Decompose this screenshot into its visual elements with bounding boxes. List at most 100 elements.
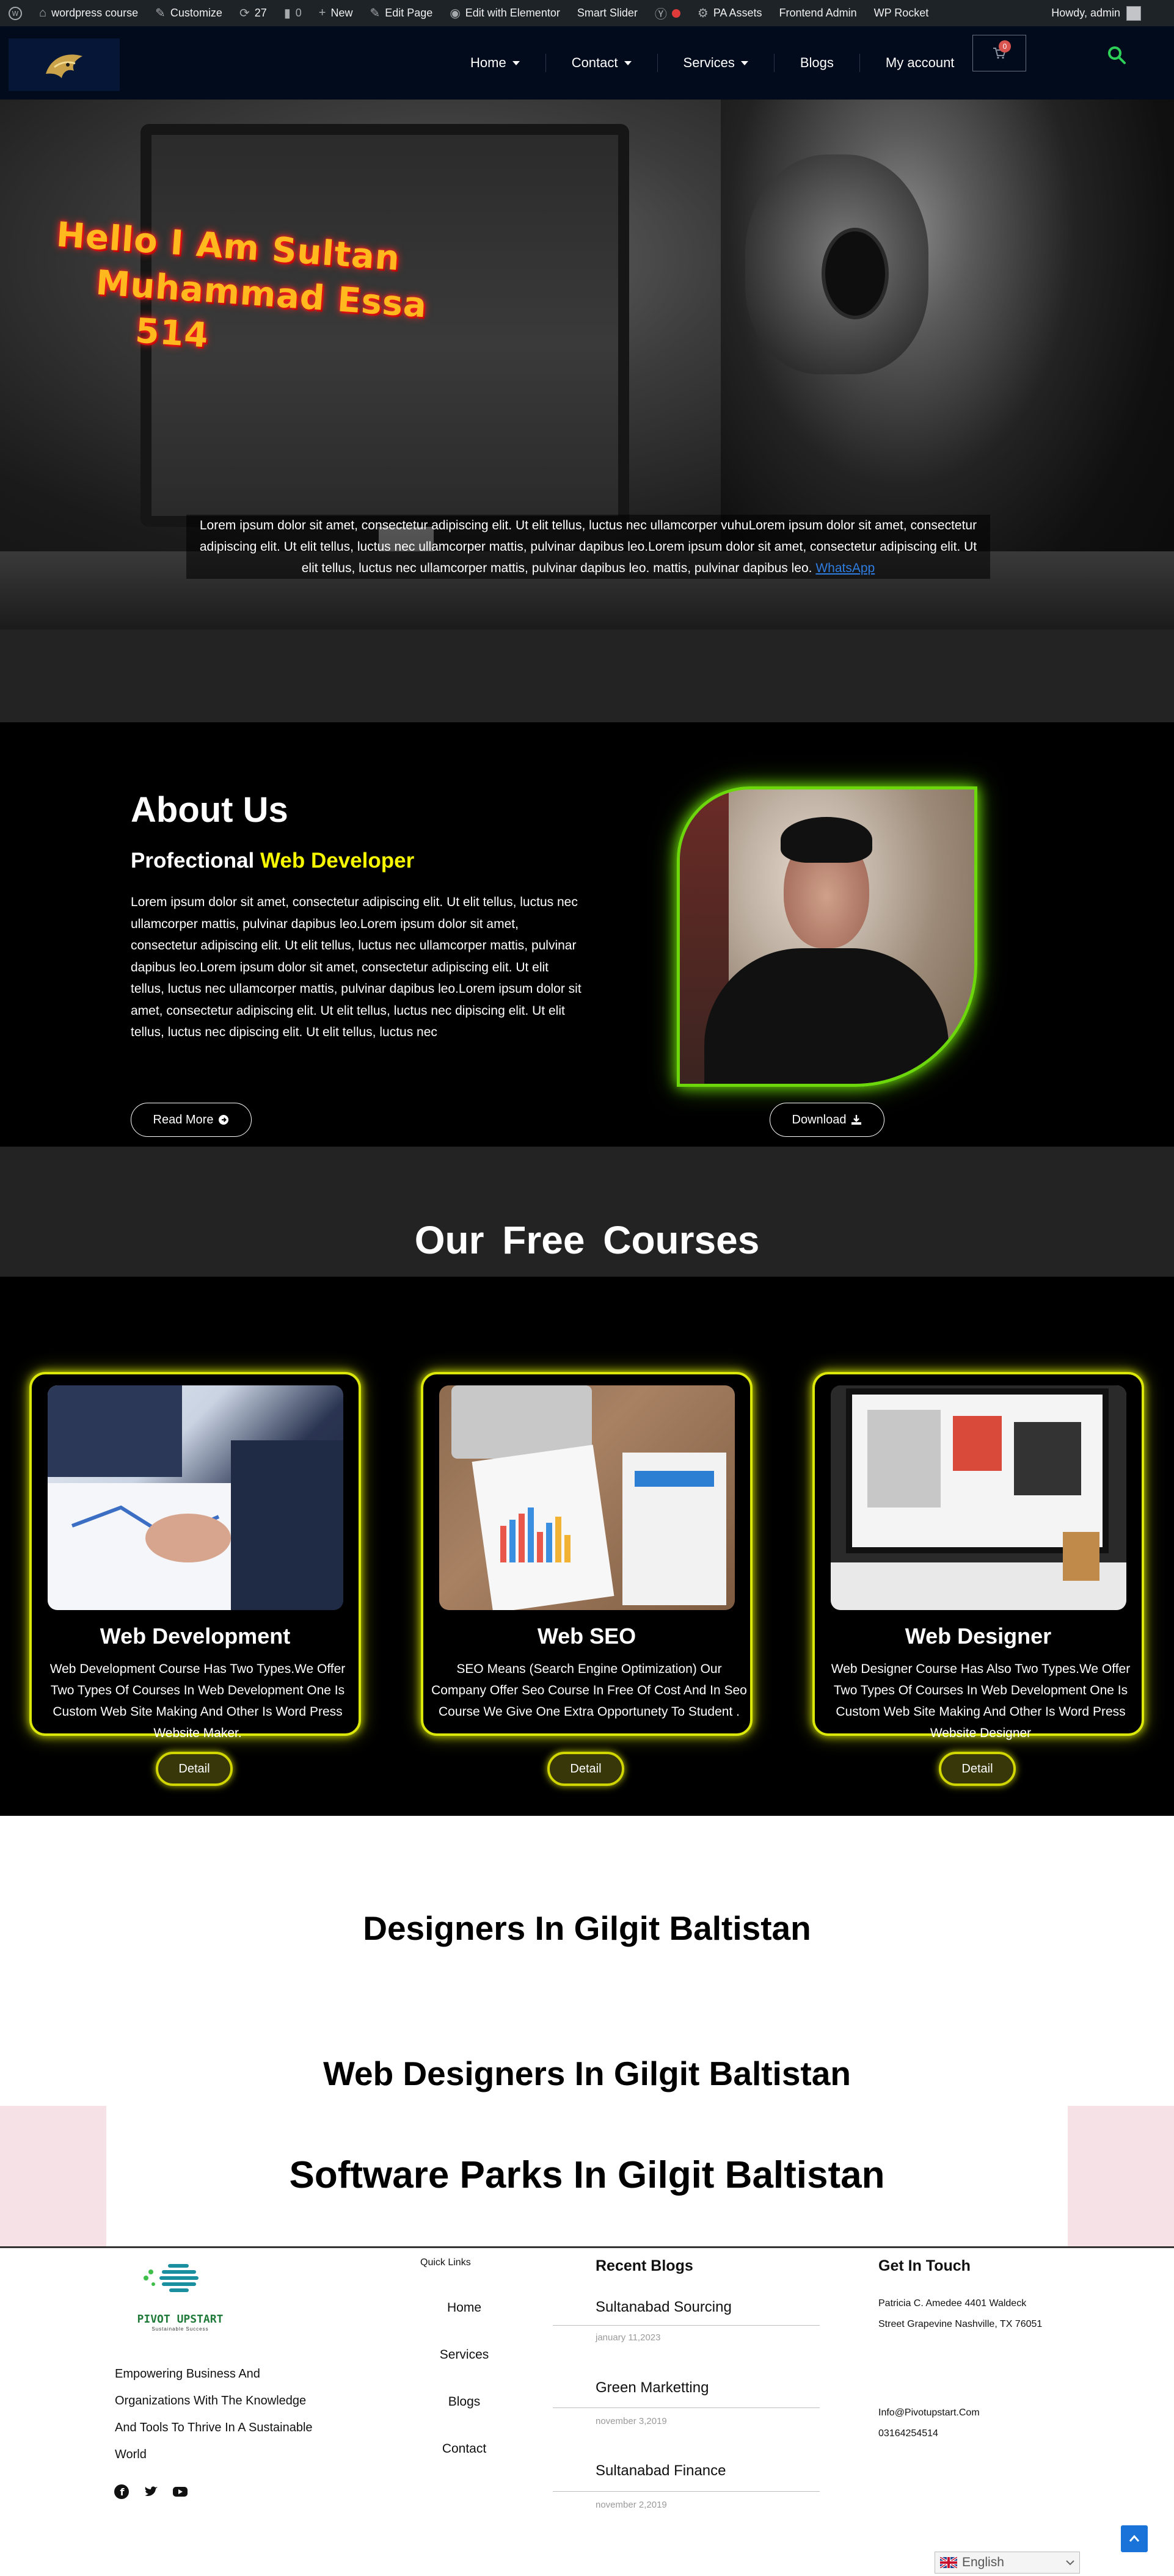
course-image	[439, 1385, 735, 1610]
lion-logo-icon	[46, 54, 82, 78]
main-nav: Home Contact Services Blogs My account	[445, 26, 980, 100]
avatar	[1126, 5, 1141, 21]
footer-logo[interactable]: PIVOT UPSTART Sustainable Success	[119, 2259, 241, 2332]
admin-yoast[interactable]: Ⓨ	[646, 0, 689, 26]
brush-icon: ✎	[155, 7, 166, 20]
course-title: Web SEO	[537, 1624, 636, 1649]
post-date: november 3,2019	[596, 2416, 667, 2426]
search-button[interactable]	[1107, 45, 1126, 65]
pencil-icon: ✎	[370, 7, 381, 20]
admin-frontend[interactable]: Frontend Admin	[771, 0, 866, 26]
footer-link-blogs[interactable]: Blogs	[403, 2395, 525, 2409]
footer-about: Empowering Business And Organizations Wi…	[115, 2367, 313, 2461]
contact-address: Patricia C. Amedee 4401 Waldeck Street G…	[878, 2298, 1043, 2329]
gear-icon: ⚙	[697, 7, 709, 20]
recent-blogs-title: Recent Blogs	[596, 2257, 693, 2274]
course-description: SEO Means (Search Engine Optimization) O…	[431, 1662, 747, 1719]
hero-section: Hello I Am Sultan Muhammad Essa 514 Lore…	[0, 100, 1174, 629]
nav-contact[interactable]: Contact	[546, 54, 658, 72]
course-description: Web Development Course Has Two Types.We …	[49, 1662, 346, 1740]
nav-blogs[interactable]: Blogs	[775, 54, 860, 72]
heading-web-designers: Web Designers In Gilgit Baltistan	[323, 2055, 851, 2092]
scroll-to-top-button[interactable]	[1121, 2525, 1148, 2552]
course-image-art	[831, 1385, 1126, 1610]
youtube-icon[interactable]	[172, 2484, 188, 2500]
download-button[interactable]: Download	[770, 1103, 884, 1137]
about-body: Lorem ipsum dolor sit amet, consectetur …	[131, 895, 582, 1039]
admin-wp-rocket[interactable]: WP Rocket	[866, 0, 938, 26]
chevron-up-icon	[1129, 2534, 1140, 2542]
dashboard-icon: ⌂	[39, 6, 47, 20]
wordpress-logo-icon[interactable]: W	[0, 0, 31, 26]
cart-button[interactable]: 0	[972, 35, 1026, 71]
post-divider	[553, 2491, 820, 2492]
language-selector[interactable]: English	[935, 2552, 1080, 2574]
nav-services[interactable]: Services	[658, 54, 775, 72]
quick-links-title: Quick Links	[420, 2257, 471, 2268]
chevron-down-icon	[512, 60, 520, 65]
contact-phone[interactable]: 03164254514	[878, 2423, 980, 2444]
post-title[interactable]: Sultanabad Sourcing	[596, 2299, 732, 2316]
headphone-icon	[822, 228, 889, 319]
svg-text:W: W	[12, 10, 19, 18]
detail-button[interactable]: Detail	[939, 1752, 1016, 1786]
site-header: Home Contact Services Blogs My account 0	[0, 26, 1174, 100]
yoast-icon: Ⓨ	[654, 8, 667, 21]
twitter-icon[interactable]	[143, 2484, 159, 2500]
profile-photo	[677, 786, 977, 1087]
post-title[interactable]: Sultanabad Finance	[596, 2462, 726, 2480]
refresh-icon: ⟳	[239, 7, 250, 20]
comment-icon: ▮	[283, 7, 291, 20]
detail-button[interactable]: Detail	[547, 1752, 624, 1786]
footer-brand-tag: Sustainable Success	[151, 2326, 209, 2332]
post-divider	[553, 2407, 820, 2408]
arrow-right-circle-icon	[219, 1115, 229, 1125]
course-card: Web SEO SEO Means (Search Engine Optimiz…	[421, 1372, 753, 1736]
plus-icon: +	[318, 6, 326, 20]
nav-my-account[interactable]: My account	[860, 54, 980, 72]
admin-updates[interactable]: ⟳ 27	[231, 0, 275, 26]
elementor-icon: ◉	[450, 7, 461, 20]
heading-software-parks: Software Parks In Gilgit Baltistan	[289, 2154, 885, 2196]
chevron-down-icon	[624, 60, 632, 65]
admin-elementor[interactable]: ◉ Edit with Elementor	[441, 0, 569, 26]
course-description: Web Designer Course Has Also Two Types.W…	[831, 1662, 1131, 1740]
course-image	[48, 1385, 343, 1610]
admin-comments[interactable]: ▮ 0	[275, 0, 310, 26]
admin-edit-page[interactable]: ✎ Edit Page	[361, 0, 441, 26]
about-section: About Us Profectional Web Developer Lore…	[0, 722, 1174, 1147]
post-title[interactable]: Green Marketting	[596, 2379, 709, 2396]
courses-header: Our Free Courses	[0, 1147, 1174, 1277]
status-dot-icon	[671, 9, 680, 18]
contact-details: Info@Pivotupstart.Com 03164254514	[878, 2403, 980, 2444]
footer-link-contact[interactable]: Contact	[403, 2442, 525, 2456]
contact-title: Get In Touch	[878, 2257, 971, 2274]
photo-body	[704, 948, 949, 1084]
whatsapp-link[interactable]: WhatsApp	[815, 561, 875, 575]
course-title: Web Development	[100, 1624, 291, 1649]
admin-new[interactable]: + New	[310, 0, 362, 26]
contact-email[interactable]: Info@Pivotupstart.Com	[878, 2403, 980, 2423]
post-date: january 11,2023	[596, 2332, 661, 2343]
facebook-icon[interactable]: f	[114, 2484, 129, 2500]
admin-account[interactable]: Howdy, admin	[1051, 0, 1141, 26]
detail-button[interactable]: Detail	[156, 1752, 233, 1786]
admin-customize[interactable]: ✎ Customize	[147, 0, 231, 26]
read-more-button[interactable]: Read More	[131, 1103, 252, 1137]
site-logo[interactable]	[9, 38, 120, 91]
admin-site-name[interactable]: ⌂ wordpress course	[31, 0, 147, 26]
admin-smart-slider[interactable]: Smart Slider	[569, 0, 646, 26]
photo-hair	[781, 817, 872, 863]
footer-link-services[interactable]: Services	[403, 2348, 525, 2362]
wp-admin-bar: W ⌂ wordpress course ✎ Customize ⟳ 27 ▮ 0 + N…	[0, 0, 1174, 26]
courses-title: Our Free Courses	[414, 1218, 760, 1262]
admin-pa-assets[interactable]: ⚙ PA Assets	[689, 0, 771, 26]
footer-link-home[interactable]: Home	[403, 2301, 525, 2315]
course-image-art	[48, 1385, 343, 1610]
about-subtitle: Profectional Web Developer	[131, 849, 415, 873]
hero-text: Lorem ipsum dolor sit amet, consectetur …	[186, 515, 990, 579]
download-icon	[851, 1115, 862, 1125]
post-date: november 2,2019	[596, 2500, 667, 2510]
course-image	[831, 1385, 1126, 1610]
nav-home[interactable]: Home	[445, 54, 546, 72]
